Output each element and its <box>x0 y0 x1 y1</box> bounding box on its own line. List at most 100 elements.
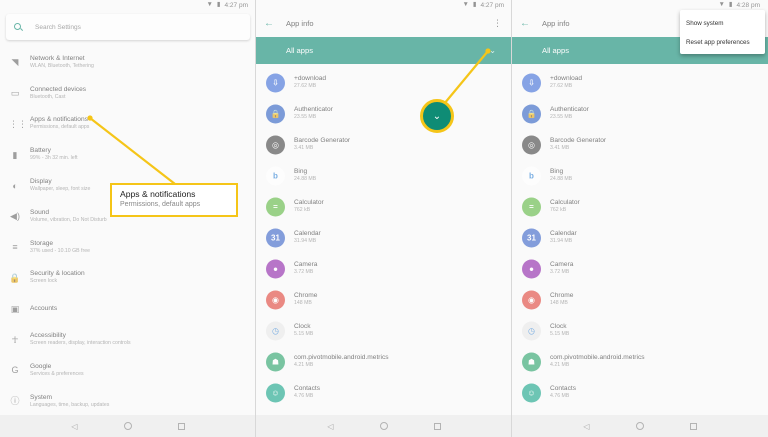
home-nav-icon[interactable] <box>379 422 388 430</box>
app-name: Barcode Generator <box>294 137 351 144</box>
back-nav-icon[interactable]: ◁ <box>71 422 77 431</box>
recents-nav-icon[interactable] <box>689 422 697 430</box>
settings-list: ◥ Network & Internet WLAN, Bluetooth, Teth… <box>0 47 256 417</box>
recents-nav-icon[interactable] <box>177 422 185 430</box>
show-system-menu-item[interactable]: Show system <box>680 14 765 33</box>
app-size: 5.15 MB <box>550 331 570 337</box>
app-size: 23.55 MB <box>294 114 317 120</box>
wifi-icon: ▼ <box>718 0 725 8</box>
app-bar: ← App info ⋮ <box>256 10 512 37</box>
app-name: Clock <box>294 323 311 330</box>
camera-app-icon: ● <box>522 259 541 278</box>
filter-label: All apps <box>286 46 314 55</box>
settings-item-subtitle: Wallpaper, sleep, font size <box>30 186 91 193</box>
chevron-down-icon[interactable]: ⌄ <box>489 46 496 55</box>
app-list-item[interactable]: 🔒 Authenticator 23.55 MB <box>512 98 768 129</box>
page-title: App info <box>542 19 570 28</box>
app-list-item[interactable]: 🔒 Authenticator 23.55 MB <box>256 98 512 129</box>
app-list-item[interactable]: = Calculator 762 kB <box>512 191 768 222</box>
settings-item-security-location[interactable]: 🔒 Security & location Screen lock <box>0 263 256 294</box>
app-size: 23.55 MB <box>550 114 573 120</box>
app-name: com.pivotmobile.android.metrics <box>294 354 389 361</box>
app-list-item[interactable]: ☺ Contacts 4.76 MB <box>512 377 768 408</box>
back-nav-icon[interactable]: ◁ <box>327 422 333 431</box>
app-list-item[interactable]: b Bing 24.88 MB <box>256 160 512 191</box>
app-list-item[interactable]: ☺ Contacts 4.76 MB <box>256 377 512 408</box>
calculator-app-icon: = <box>266 197 285 216</box>
app-list-item[interactable]: ● Camera 3.72 MB <box>256 253 512 284</box>
app-list-item[interactable]: ◉ Chrome 148 MB <box>256 284 512 315</box>
app-name: Calculator <box>550 199 580 206</box>
search-input[interactable] <box>35 23 215 31</box>
wifi-icon: ▼ <box>206 0 213 8</box>
filter-dropdown[interactable]: All apps ⌄ <box>256 37 512 64</box>
app-list-item[interactable]: ◷ Clock 5.15 MB <box>256 315 512 346</box>
app-list-item[interactable]: ◉ Chrome 148 MB <box>512 284 768 315</box>
back-arrow-icon[interactable]: ← <box>264 18 282 29</box>
callout-title: Apps & notifications <box>120 189 196 199</box>
app-list-item[interactable]: b Bing 24.88 MB <box>512 160 768 191</box>
settings-item-subtitle: Services & preferences <box>30 370 84 377</box>
chrome-app-icon: ◉ <box>522 290 541 309</box>
app-list-item[interactable]: = Calculator 762 kB <box>256 191 512 222</box>
app-list-item[interactable]: ⇩ +download 27.62 MB <box>256 67 512 98</box>
status-time: 4:27 pm <box>480 1 505 9</box>
settings-item-storage[interactable]: ≡ Storage 37% used - 10.10 GB free <box>0 232 256 263</box>
app-list-item[interactable]: ◎ Barcode Generator 3.41 MB <box>256 129 512 160</box>
battery-icon: ▮ <box>216 0 221 8</box>
clock-app-icon: ◷ <box>522 321 541 340</box>
settings-item-title: Network & Internet <box>30 54 85 62</box>
display-icon: ◐ <box>12 180 18 191</box>
search-bar[interactable] <box>6 14 250 40</box>
settings-item-accounts[interactable]: ▣ Accounts <box>0 293 256 324</box>
app-size: 4.21 MB <box>550 362 570 368</box>
calculator-app-icon: = <box>522 197 541 216</box>
app-name: Authenticator <box>294 106 333 113</box>
app-list-item[interactable]: ◎ Barcode Generator 3.41 MB <box>512 129 768 160</box>
settings-item-title: Security & location <box>30 270 85 278</box>
settings-item-accessibility[interactable]: ☥ Accessibility Screen readers, display, i… <box>0 324 256 355</box>
settings-item-network-internet[interactable]: ◥ Network & Internet WLAN, Bluetooth, Teth… <box>0 47 256 78</box>
app-name: Bing <box>294 168 308 175</box>
app-list-item[interactable]: ● Camera 3.72 MB <box>512 253 768 284</box>
settings-item-apps-notifications[interactable]: ⋮⋮ Apps & notifications Permissions, defau… <box>0 109 256 140</box>
app-list-item[interactable]: ◷ Clock 5.15 MB <box>512 315 768 346</box>
apps-list: ⇩ +download 27.62 MB 🔒 Authenticator 23.55 MB… <box>512 67 768 408</box>
more-options-icon[interactable]: ⋮ <box>493 18 502 29</box>
android-app-icon: ☗ <box>266 352 285 371</box>
app-size: 4.76 MB <box>294 393 314 399</box>
app-list-item[interactable]: ☗ com.pivotmobile.android.metrics 4.21 MB <box>512 346 768 377</box>
app-name: Calendar <box>294 230 321 237</box>
recents-nav-icon[interactable] <box>433 422 441 430</box>
settings-item-battery[interactable]: ▮ Battery 99% - 3h 32 min. left <box>0 139 256 170</box>
settings-item-title: Sound <box>30 208 50 216</box>
back-arrow-icon[interactable]: ← <box>520 18 538 29</box>
app-info-menu-panel: ▼ ▮ 4:28 pm ← App info All apps ⇩ +downlo… <box>512 0 768 437</box>
settings-item-title: Accounts <box>30 304 58 312</box>
app-name: Calendar <box>550 230 577 237</box>
app-list-item[interactable]: 31 Calendar 31.94 MB <box>256 222 512 253</box>
back-nav-icon[interactable]: ◁ <box>583 422 589 431</box>
app-name: Barcode Generator <box>550 137 607 144</box>
app-name: Contacts <box>294 385 321 392</box>
settings-item-connected-devices[interactable]: ▭ Connected devices Bluetooth, Cast <box>0 78 256 109</box>
reset-app-preferences-menu-item[interactable]: Reset app preferences <box>680 33 765 52</box>
app-list-item[interactable]: ⇩ +download 27.62 MB <box>512 67 768 98</box>
app-name: Authenticator <box>550 106 589 113</box>
chrome-app-icon: ◉ <box>266 290 285 309</box>
app-size: 3.41 MB <box>294 145 314 151</box>
settings-item-title: Storage <box>30 239 54 247</box>
clock-app-icon: ◷ <box>266 321 285 340</box>
apps-notifications-callout: Apps & notifications Permissions, defaul… <box>110 183 238 217</box>
settings-item-title: Apps & notifications <box>30 116 88 124</box>
settings-item-system[interactable]: ⓘ System Languages, time, backup, updates <box>0 386 256 417</box>
app-size: 24.88 MB <box>294 176 317 182</box>
dropdown-zoom-indicator: ⌄ <box>420 99 454 133</box>
search-icon <box>14 22 23 32</box>
home-nav-icon[interactable] <box>635 422 644 430</box>
app-list-item[interactable]: ☗ com.pivotmobile.android.metrics 4.21 MB <box>256 346 512 377</box>
home-nav-icon[interactable] <box>123 422 132 430</box>
app-list-item[interactable]: 31 Calendar 31.94 MB <box>512 222 768 253</box>
barcode-app-icon: ◎ <box>266 135 285 154</box>
settings-item-google[interactable]: G Google Services & preferences <box>0 355 256 386</box>
